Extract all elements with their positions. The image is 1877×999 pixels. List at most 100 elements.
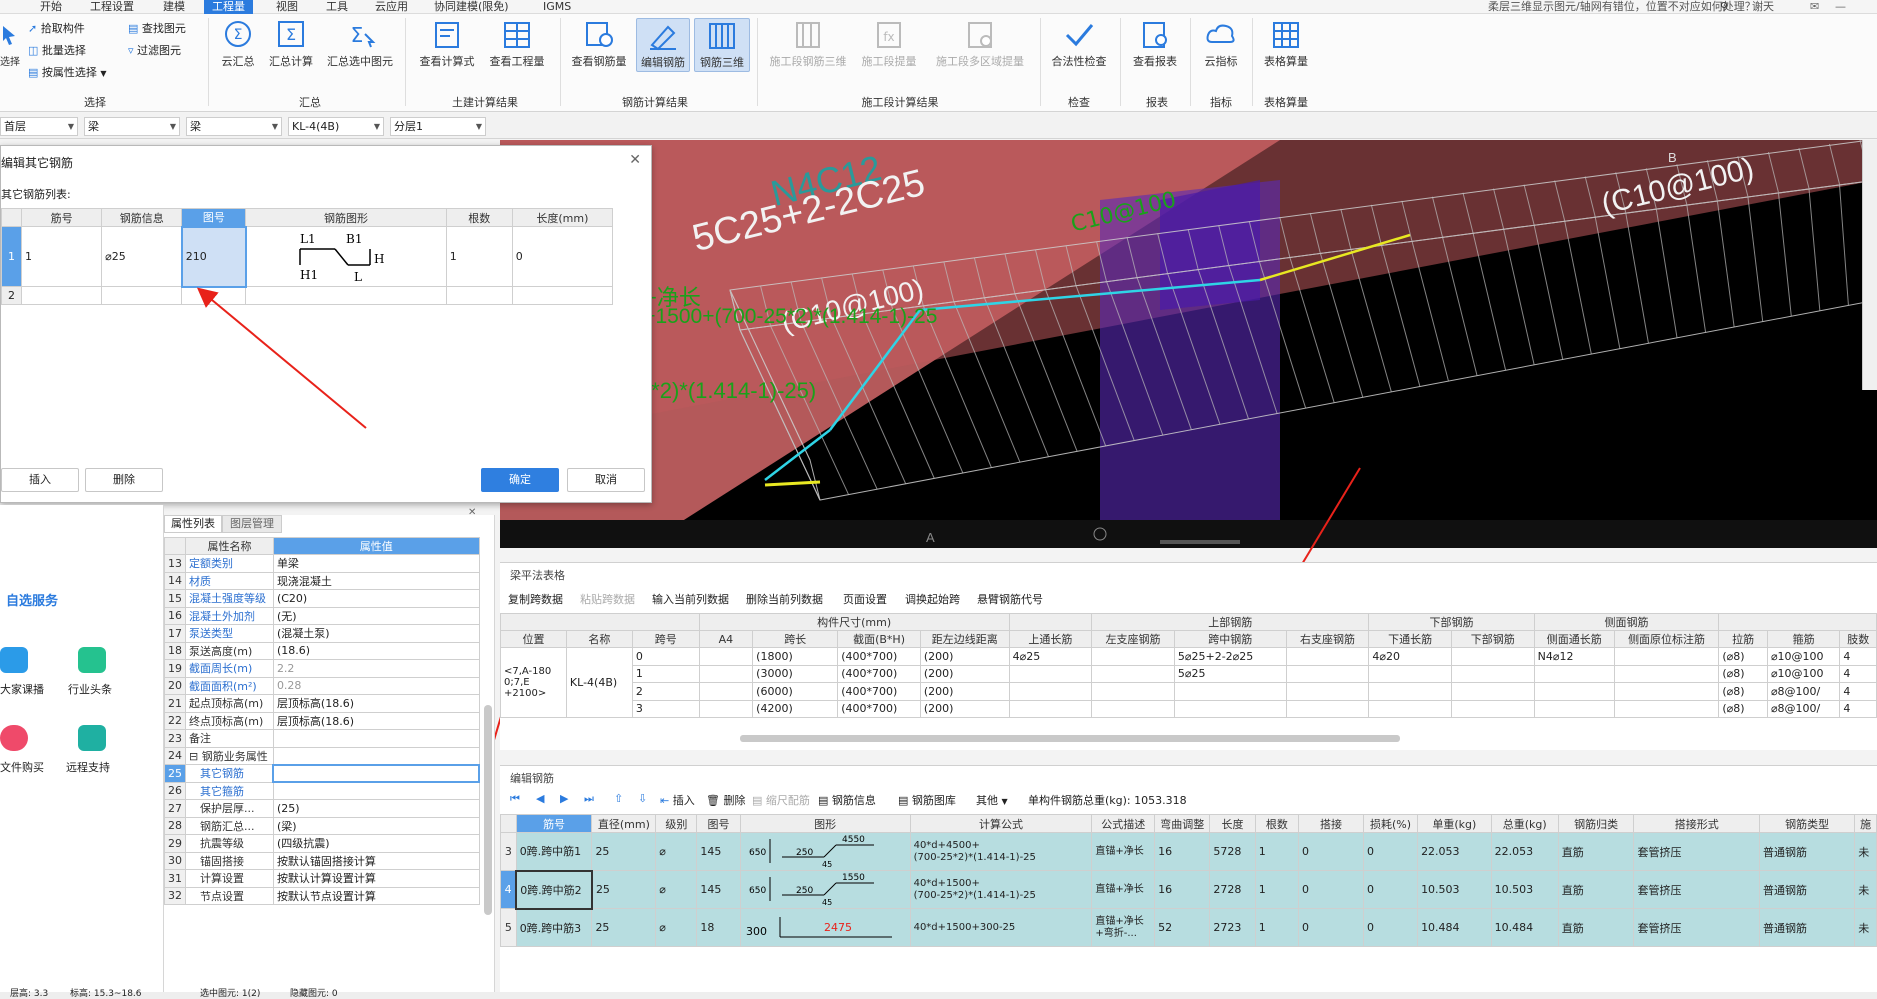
property-row[interactable]: 22 终点顶标高(m) 层顶标高(18.6) (164, 711, 480, 730)
rebar-cell[interactable]: 10.503 (1490, 870, 1559, 909)
rebar-row[interactable]: 4 0跨.跨中筋2 25 ⌀ 145 1550 250 650 45 40*d+1500+ (70… (500, 869, 1877, 910)
rebar-cell[interactable]: 直锚+净长 (1091, 832, 1156, 871)
other-menu-button[interactable]: 其他 ▼ (976, 792, 1008, 808)
table-row[interactable]: 1 1 ⌀25 210 L1 H1 B1 H L 1 0 (0, 225, 614, 288)
cloud-sum-button[interactable]: Σ 云汇总 (215, 20, 261, 69)
menu-view[interactable]: 视图 (276, 0, 298, 14)
pick-component-button[interactable]: ➚ 拾取构件 (28, 20, 85, 36)
table-row[interactable]: <7,A-180 0;7,E +2100> KL-4(4B) 0 (1800) (400… (500, 647, 1877, 718)
table-cell[interactable]: 4⌀25 (1008, 647, 1093, 666)
paste-span-button[interactable]: 粘贴跨数据 (580, 591, 635, 607)
table-cell[interactable]: ⌀8@100/ (1766, 699, 1841, 718)
property-value[interactable]: 按默认锚固搭接计算 (272, 851, 480, 870)
table-cell[interactable]: KL-4(4B) (565, 647, 633, 718)
table-cell[interactable]: 4 (1839, 682, 1877, 701)
rebar-cell[interactable]: 0跨.跨中筋1 (515, 832, 593, 871)
view-formula-button[interactable]: 查看计算式 (414, 20, 480, 69)
table-cell[interactable]: ⌀10@100 (1766, 647, 1841, 666)
property-value[interactable] (272, 729, 480, 748)
rebar-cell[interactable]: 25 (591, 908, 657, 947)
rebar-cell[interactable]: 10.503 (1417, 870, 1492, 909)
copy-span-button[interactable]: 复制跨数据 (508, 591, 563, 607)
view-report-button[interactable]: 查看报表 (1126, 20, 1184, 69)
table-cell[interactable]: 2 (631, 682, 700, 701)
rebar-cell[interactable]: 0 (1298, 908, 1364, 947)
table-cell[interactable] (1533, 682, 1615, 701)
table-cell[interactable] (1613, 682, 1720, 701)
rebar-cell[interactable]: 40*d+1500+300-25 (909, 908, 1093, 947)
input-column-button[interactable]: 输入当前列数据 (652, 591, 729, 607)
rebar-cell[interactable]: 145 (696, 870, 741, 909)
rebar-info-cell[interactable]: ⌀25 (101, 226, 183, 287)
close-icon[interactable]: ✕ (629, 152, 641, 168)
last-icon[interactable]: ⏭ (584, 792, 594, 806)
rebar-cell[interactable]: ⌀ (655, 832, 698, 871)
live-icon[interactable] (0, 647, 28, 673)
table-cell[interactable]: (400*700) (837, 647, 921, 666)
property-row[interactable]: 15 混凝土强度等级 (C20) (164, 589, 480, 608)
menu-cloud[interactable]: 云应用 (375, 0, 408, 14)
table-cell[interactable] (1008, 682, 1093, 701)
insert-button[interactable]: 插入 (1, 468, 79, 492)
property-row[interactable]: 30 锚固搭接 按默认锚固搭接计算 (164, 851, 480, 870)
table-cell[interactable]: (6000) (752, 682, 839, 701)
rebar-shape-cell[interactable]: 300 2475 (739, 908, 911, 947)
table-cell[interactable]: ⌀8@100/ (1766, 682, 1841, 701)
chat-icon[interactable]: ✉ (1810, 0, 1819, 14)
service-shop[interactable]: 文件购买 (0, 759, 44, 775)
table-row[interactable]: 2 (0, 286, 614, 305)
menu-modeling[interactable]: 建模 (163, 0, 185, 14)
property-value[interactable]: 层顶标高(18.6) (272, 694, 480, 713)
table-cell[interactable] (1285, 647, 1370, 666)
rebar-cell[interactable]: 普通钢筋 (1759, 870, 1856, 909)
rebar-cell[interactable]: 未 (1854, 908, 1877, 947)
property-row[interactable]: 18 泵送高度(m) (18.6) (164, 641, 480, 660)
layer-select[interactable]: 分层1 ▼ (390, 117, 486, 136)
help-search-text[interactable]: 柔层三维显示图元/轴网有错位，位置不对应如何处理？ (1488, 0, 1756, 14)
table-cell[interactable]: 1 (631, 664, 700, 683)
table-cell[interactable]: N4⌀12 (1533, 647, 1615, 666)
property-value[interactable]: (C20) (272, 589, 480, 608)
table-cell[interactable] (1285, 682, 1370, 701)
table-cell[interactable]: (400*700) (837, 699, 921, 718)
batch-select-button[interactable]: ◫ 批量选择 (28, 42, 86, 58)
property-value[interactable]: 按默认节点设置计算 (272, 886, 480, 905)
rebar-cell[interactable]: 22.053 (1490, 832, 1559, 871)
property-value[interactable]: (梁) (272, 816, 480, 835)
property-row[interactable]: 20 截面面积(m²) 0.28 (164, 676, 480, 695)
count-cell[interactable]: 1 (445, 226, 513, 287)
table-cell[interactable] (1450, 664, 1535, 683)
property-value[interactable] (272, 781, 480, 800)
property-value[interactable]: (无) (272, 606, 480, 625)
table-cell[interactable] (1091, 664, 1175, 683)
table-row[interactable]: 2 (6000) (400*700) (200) (⌀8) ⌀8@100/4 (501, 682, 1877, 701)
bar-no-cell[interactable]: 1 (21, 226, 103, 287)
menu-start[interactable]: 开始 (40, 0, 62, 14)
shape-cell[interactable]: L1 H1 B1 H L (245, 226, 447, 287)
sum-calc-button[interactable]: Σ 汇总计算 (265, 20, 317, 69)
property-row[interactable]: 27 保护层厚... (25) (164, 799, 480, 818)
table-cell[interactable] (698, 647, 754, 666)
rebar-row[interactable]: 5 0跨.跨中筋3 25 ⌀ 18 300 2475 40*d+1500+300-25 直锚+净… (500, 908, 1877, 947)
rebar-cell[interactable]: 普通钢筋 (1759, 908, 1856, 947)
property-value[interactable] (272, 746, 480, 765)
property-row[interactable]: 21 起点顶标高(m) 层顶标高(18.6) (164, 694, 480, 713)
viewport-side-toolbar[interactable] (1862, 140, 1877, 390)
rebar-cell[interactable]: 直锚+净长 (1091, 870, 1156, 909)
move-down-icon[interactable]: ⇩ (638, 792, 647, 805)
table-cell[interactable]: (3000) (752, 664, 839, 683)
table-cell[interactable] (1450, 682, 1535, 701)
rebar-cell[interactable]: 0 (1362, 832, 1419, 871)
rebar-cell[interactable]: 0 (1298, 870, 1364, 909)
remote-support-icon[interactable] (78, 725, 106, 751)
table-cell[interactable]: (200) (919, 647, 1010, 666)
property-row[interactable]: 13 定额类别 单梁 (164, 554, 480, 573)
rebar-row[interactable]: 3 0跨.跨中筋1 25 ⌀ 145 4550 250 650 45 40*d+4500+ (70… (500, 832, 1877, 871)
seg-extract-button[interactable]: fx 施工段提量 (856, 20, 922, 69)
table-cell[interactable]: <7,A-180 0;7,E +2100> (500, 647, 567, 718)
property-value[interactable]: (18.6) (272, 641, 480, 660)
rebar-cell[interactable]: 0 (1362, 870, 1419, 909)
table-cell[interactable] (1091, 647, 1175, 666)
table-cell[interactable] (1450, 699, 1535, 718)
rebar-cell[interactable]: 直筋 (1557, 832, 1635, 871)
